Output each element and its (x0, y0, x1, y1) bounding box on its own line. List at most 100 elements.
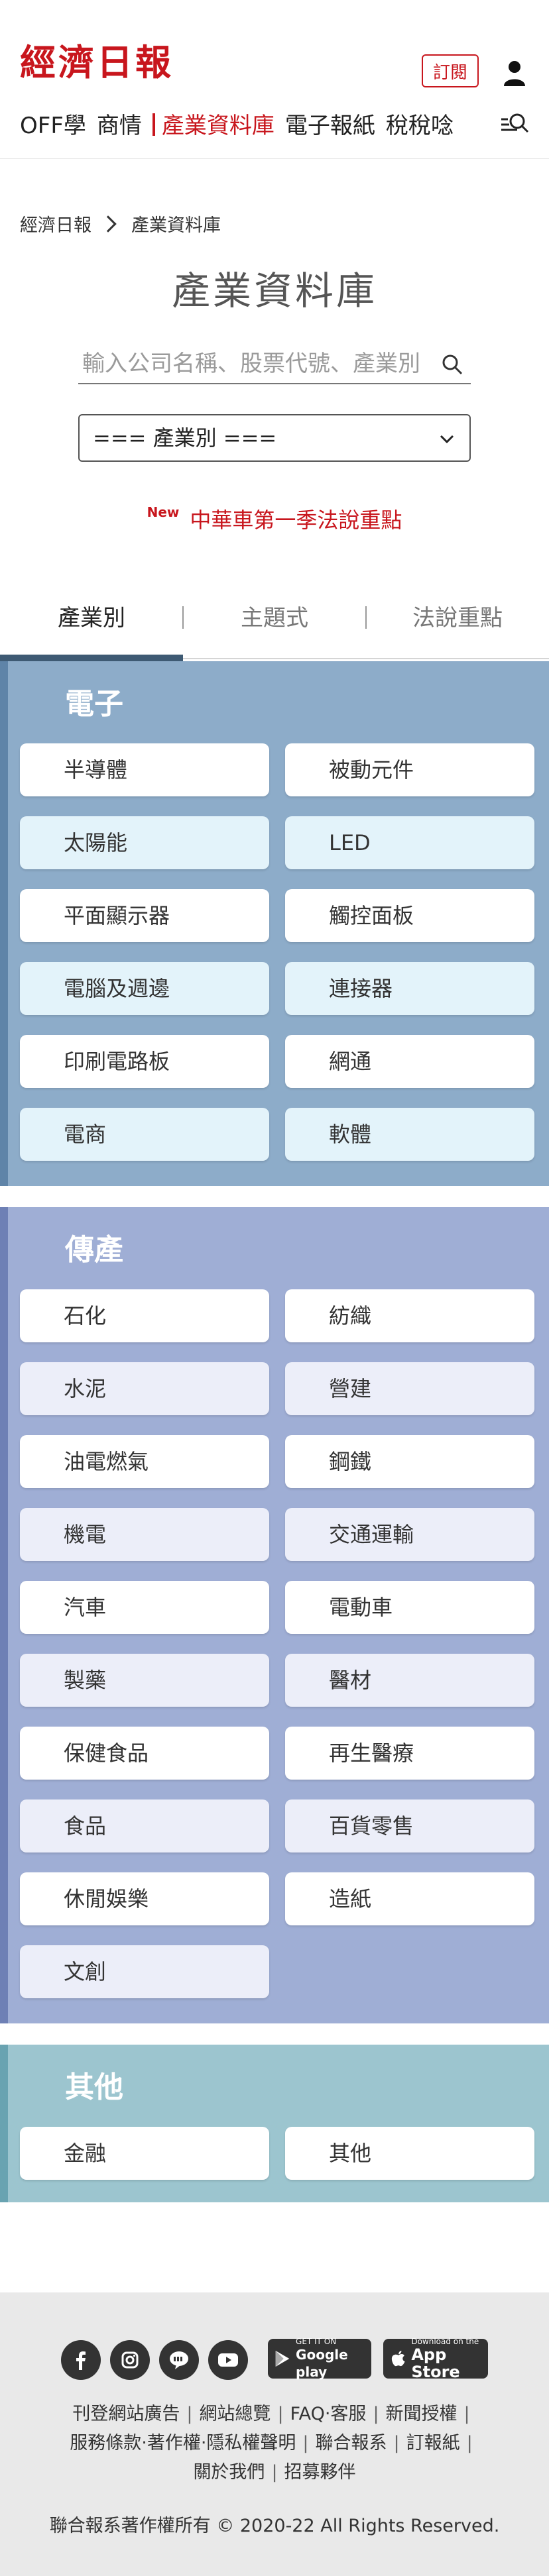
copyright-text: 聯合報系著作權所有 © 2020-22 All Rights Reserved. (49, 2516, 500, 2536)
category-button[interactable]: 文創 (20, 1945, 269, 1998)
category-button[interactable]: 鋼鐵 (285, 1435, 534, 1488)
footer-links-row: 刊登網站廣告 | 網站總覽 | FAQ‧客服 | 新聞授權 | (0, 2401, 549, 2428)
chevron-right-icon (99, 215, 117, 233)
category-button[interactable]: 半導體 (20, 743, 269, 796)
chevron-down-icon (440, 435, 454, 444)
footer-link-separator: | (463, 2404, 470, 2424)
section-accent-bar (0, 661, 8, 1186)
category-button[interactable]: 休閒娛樂 (20, 1872, 269, 1925)
google-play-badge[interactable]: GET IT ON Google play (268, 2337, 371, 2380)
category-button[interactable]: 醫材 (285, 1654, 534, 1707)
category-button[interactable]: 機電 (20, 1508, 269, 1561)
instagram-icon[interactable] (110, 2340, 150, 2380)
category-button[interactable]: 紡織 (285, 1289, 534, 1342)
app-store-badge[interactable]: Download on the App Store (383, 2337, 488, 2381)
google-play-big-text: Google play (296, 2347, 348, 2380)
category-button[interactable]: 食品 (20, 1799, 269, 1852)
category-button[interactable]: 製藥 (20, 1654, 269, 1707)
industry-select-value: === 產業別 === (93, 425, 277, 451)
tab-earnings-call[interactable]: 法說重點 (366, 593, 549, 659)
category-button[interactable]: 水泥 (20, 1362, 269, 1415)
site-logo[interactable]: 經濟日報 (20, 38, 174, 83)
category-button[interactable]: LED (285, 816, 534, 869)
category-button[interactable]: 電腦及週邊 (20, 962, 269, 1015)
footer-link[interactable]: 聯合報系 (316, 2433, 387, 2453)
category-button[interactable]: 太陽能 (20, 816, 269, 869)
apple-icon (391, 2350, 405, 2367)
category-button[interactable]: 被動元件 (285, 743, 534, 796)
footer-link[interactable]: 刊登網站廣告 (72, 2404, 180, 2424)
footer-links-row: 關於我們 | 招募夥伴 (0, 2459, 549, 2486)
latest-news-text: 中華車第一季法說重點 (190, 508, 402, 533)
latest-news-link[interactable]: New 中華車第一季法說重點 (0, 504, 549, 534)
footer-link-separator: | (466, 2433, 473, 2453)
main-nav: OFF學 商情 產業資料庫 電子報紙 稅稅唸 (0, 106, 549, 146)
footer-link-separator: | (186, 2404, 193, 2424)
industry-select[interactable]: === 產業別 === (78, 414, 471, 462)
tab-topic[interactable]: 主題式 (183, 593, 366, 659)
category-button[interactable]: 百貨零售 (285, 1799, 534, 1852)
section-traditional: 傳產 石化 紡織 水泥 營建 油電燃氣 鋼鐵 機電 交通運輸 汽車 電動車 製藥 醫材 保健食品 再生醫療… (0, 1207, 549, 2023)
page-title: 產業資料庫 (171, 268, 377, 313)
category-tabs: 產業別 主題式 法說重點 (0, 593, 549, 659)
user-icon[interactable] (503, 60, 526, 86)
nav-item[interactable]: 商情 (97, 106, 142, 146)
breadcrumb-home[interactable]: 經濟日報 (20, 211, 91, 237)
category-button[interactable]: 軟體 (285, 1108, 534, 1161)
footer-links-row: 服務條款‧著作權‧隱私權聲明 | 聯合報系 | 訂報紙 | (0, 2430, 549, 2457)
section-accent-bar (0, 1207, 8, 2023)
category-button[interactable]: 金融 (20, 2127, 269, 2180)
section-other: 其他 金融 其他 (0, 2045, 549, 2202)
footer-link-separator: | (373, 2404, 379, 2424)
category-button[interactable]: 連接器 (285, 962, 534, 1015)
category-button[interactable]: 網通 (285, 1035, 534, 1088)
category-button[interactable]: 觸控面板 (285, 889, 534, 942)
facebook-icon[interactable] (61, 2340, 101, 2380)
section-title: 其他 (65, 2070, 123, 2104)
category-button[interactable]: 再生醫療 (285, 1727, 534, 1780)
category-button[interactable]: 電動車 (285, 1581, 534, 1634)
section-accent-bar (0, 2045, 8, 2202)
category-button[interactable]: 印刷電路板 (20, 1035, 269, 1088)
footer-link[interactable]: 招募夥伴 (284, 2462, 356, 2483)
footer-link[interactable]: 關於我們 (193, 2462, 265, 2483)
footer-link[interactable]: 新聞授權 (386, 2404, 457, 2424)
footer-link[interactable]: 訂報紙 (406, 2433, 460, 2453)
tab-industry[interactable]: 產業別 (0, 593, 183, 659)
footer-link[interactable]: FAQ‧客服 (290, 2404, 367, 2424)
nav-item[interactable]: 電子報紙 (285, 106, 375, 146)
category-button[interactable]: 油電燃氣 (20, 1435, 269, 1488)
company-search-input[interactable] (82, 345, 434, 383)
footer-link-separator: | (277, 2404, 284, 2424)
site-header: 經濟日報 訂閱 OFF學 商情 產業資料庫 電子報紙 稅稅唸 (0, 0, 549, 159)
category-button[interactable]: 造紙 (285, 1872, 534, 1925)
menu-search-icon[interactable] (500, 110, 529, 139)
line-icon[interactable] (159, 2340, 199, 2380)
youtube-icon[interactable] (208, 2340, 248, 2380)
category-button[interactable]: 電商 (20, 1108, 269, 1161)
footer-link-separator: | (302, 2433, 309, 2453)
category-button[interactable]: 營建 (285, 1362, 534, 1415)
nav-item[interactable]: 產業資料庫 (152, 106, 274, 146)
app-store-small-text: Download on the (411, 2337, 479, 2346)
nav-track: OFF學 商情 產業資料庫 電子報紙 稅稅唸 (20, 106, 500, 146)
category-button[interactable]: 平面顯示器 (20, 889, 269, 942)
breadcrumb: 經濟日報 產業資料庫 (20, 211, 221, 237)
subscribe-button[interactable]: 訂閱 (422, 54, 479, 87)
category-button[interactable]: 交通運輸 (285, 1508, 534, 1561)
nav-item[interactable]: OFF學 (20, 106, 86, 146)
site-footer: GET IT ON Google play Download on the Ap… (0, 2292, 549, 2576)
google-play-icon (275, 2350, 290, 2367)
search-icon[interactable] (442, 354, 463, 375)
category-button[interactable]: 保健食品 (20, 1727, 269, 1780)
category-button[interactable]: 汽車 (20, 1581, 269, 1634)
footer-link-separator: | (271, 2462, 278, 2483)
footer-link[interactable]: 網站總覽 (199, 2404, 271, 2424)
category-button[interactable]: 石化 (20, 1289, 269, 1342)
nav-item[interactable]: 稅稅唸 (386, 106, 454, 146)
footer-link[interactable]: 服務條款‧著作權‧隱私權聲明 (70, 2433, 296, 2453)
app-store-big-text: App Store (411, 2345, 460, 2381)
category-button[interactable]: 其他 (285, 2127, 534, 2180)
tab-track (183, 658, 549, 659)
breadcrumb-current[interactable]: 產業資料庫 (131, 211, 221, 237)
